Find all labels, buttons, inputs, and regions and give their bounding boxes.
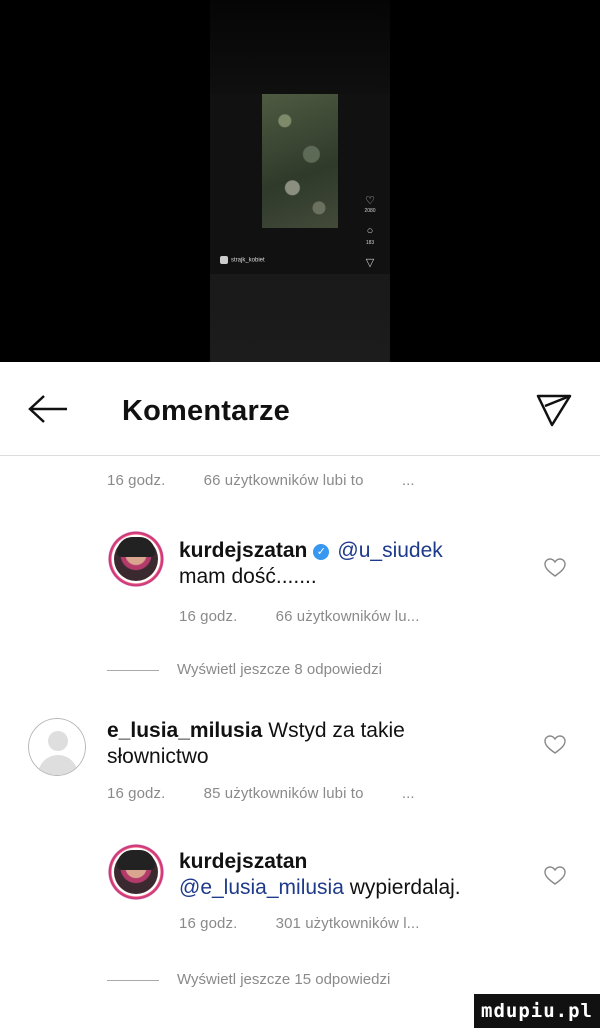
comment-time: 16 godz.: [107, 472, 166, 489]
view-replies-button[interactable]: Wyświetl jeszcze 15 odpowiedzi: [107, 971, 390, 988]
comment-username[interactable]: kurdejszatan: [179, 850, 307, 873]
default-avatar-icon: [28, 718, 86, 776]
post-comment-count: 183: [365, 240, 375, 246]
page-title: Komentarze: [122, 395, 290, 427]
avatar-photo: [107, 530, 165, 588]
view-replies-button[interactable]: Wyświetl jeszcze 8 odpowiedzi: [107, 661, 382, 678]
like-heart-icon[interactable]: [544, 558, 566, 578]
back-arrow-icon[interactable]: [28, 394, 68, 424]
comment-likes[interactable]: 85 użytkowników lubi to: [204, 785, 364, 802]
view-replies-label: Wyświetl jeszcze 8 odpowiedzi: [177, 661, 382, 678]
comment-likes[interactable]: 66 użytkowników lubi to: [204, 472, 364, 489]
comment-username[interactable]: e_lusia_milusia: [107, 719, 262, 742]
replies-divider: [107, 979, 159, 981]
comments-header: Komentarze: [0, 362, 600, 456]
post-send-icon: ▽: [365, 257, 375, 269]
watermark-logo: mdupiu.pl: [474, 994, 600, 1028]
view-replies-label: Wyświetl jeszcze 15 odpowiedzi: [177, 971, 391, 988]
send-icon[interactable]: [536, 392, 572, 428]
like-heart-icon[interactable]: [544, 735, 566, 755]
avatar[interactable]: [107, 530, 165, 588]
parent-comment-meta: 16 godz. 66 użytkowników lubi to ...: [107, 472, 415, 489]
post-like-count: 2080: [364, 208, 376, 214]
comment-likes[interactable]: 301 użytkowników l...: [276, 915, 420, 932]
embedded-post: ♡ 2080 ○ 183 strajk_kobiet ▽: [210, 94, 390, 274]
post-username: strajk_kobiet: [220, 256, 265, 264]
post-heart-icon: ♡: [365, 195, 375, 207]
comment-text: mam dość.......: [179, 565, 317, 588]
comment-time: 16 godz.: [179, 915, 238, 932]
comment-time: 16 godz.: [179, 608, 238, 625]
avatar[interactable]: [28, 718, 86, 776]
comment-text-continued: słownictwo: [107, 745, 209, 768]
comment-text: Wstyd za takie: [268, 719, 405, 742]
comment-mention[interactable]: @e_lusia_milusia: [179, 876, 344, 899]
post-image: [262, 94, 338, 228]
like-heart-icon[interactable]: [544, 866, 566, 886]
comment-meta: 16 godz. 301 użytkowników l...: [179, 915, 453, 932]
post-comment-icon: ○: [366, 225, 374, 237]
video-preview[interactable]: ♡ 2080 ○ 183 strajk_kobiet ▽: [0, 0, 600, 362]
comment-meta: 16 godz. 85 użytkowników lubi to ...: [107, 785, 415, 802]
avatar[interactable]: [107, 843, 165, 901]
comment-username[interactable]: kurdejszatan: [179, 539, 307, 562]
comment-body: e_lusia_milusia Wstyd za takie słownictwo: [107, 718, 405, 770]
comment-likes[interactable]: 66 użytkowników lu...: [276, 608, 420, 625]
more-options[interactable]: ...: [402, 472, 415, 489]
more-options[interactable]: ...: [402, 785, 415, 802]
comment-body: kurdejszatan ✓ @u_siudek mam dość.......: [179, 538, 443, 590]
comment-mention[interactable]: @u_siudek: [337, 539, 442, 562]
comment-meta: 16 godz. 66 użytkowników lu...: [179, 608, 453, 625]
comment-time: 16 godz.: [107, 785, 166, 802]
replies-divider: [107, 669, 159, 671]
comment-body: kurdejszatan @e_lusia_milusia wypierdala…: [179, 849, 461, 901]
verified-badge-icon: ✓: [313, 544, 330, 560]
comment-text: wypierdalaj.: [349, 876, 461, 899]
avatar-photo: [107, 843, 165, 901]
